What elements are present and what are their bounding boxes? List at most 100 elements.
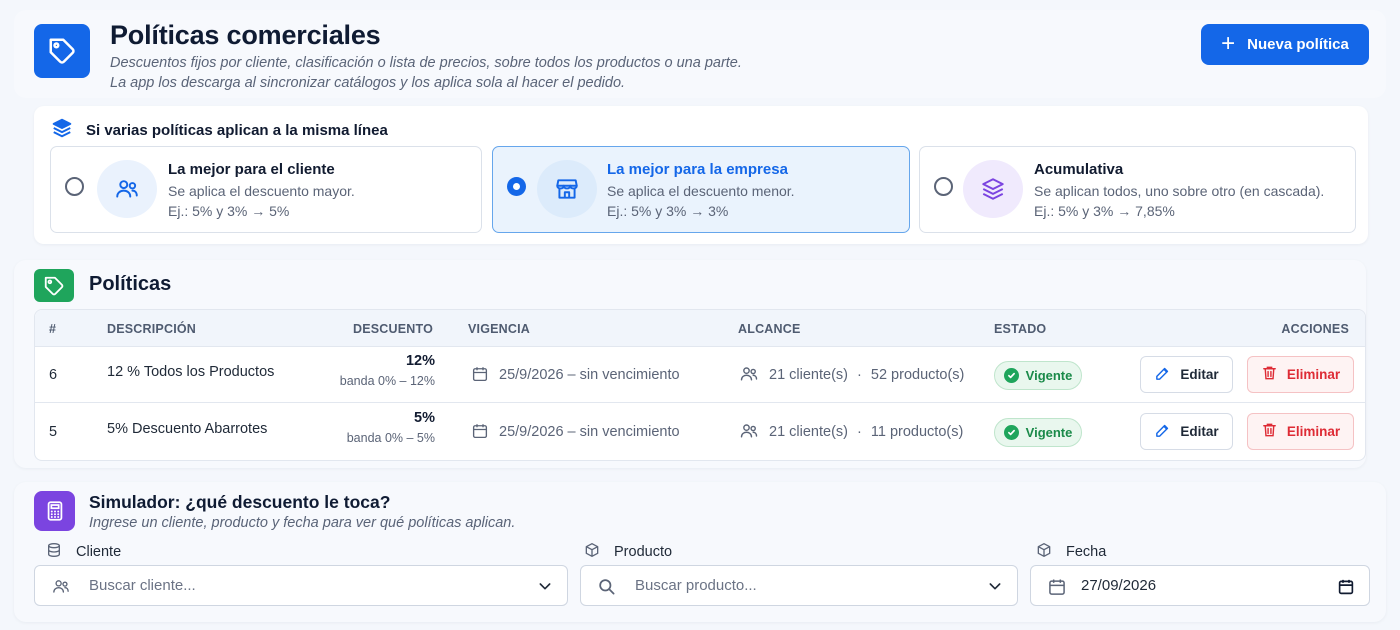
- delete-button[interactable]: Eliminar: [1247, 413, 1354, 450]
- discount-value: 12%: [405, 353, 435, 369]
- policies-table: # DESCRIPCIÓN DESCUENTO VIGENCIA ALCANCE…: [34, 309, 1366, 461]
- conflict-title: Si varias políticas aplican a la misma l…: [86, 121, 388, 139]
- calendar-icon: [471, 422, 489, 445]
- date-label: Fecha: [1066, 544, 1107, 560]
- col-validity: VIGENCIA: [468, 322, 531, 336]
- radio-cumulative[interactable]: [934, 177, 953, 196]
- delete-button[interactable]: Eliminar: [1247, 356, 1354, 393]
- trash-icon: [1261, 421, 1278, 442]
- product-label: Producto: [614, 544, 673, 560]
- date-label-row: Fecha: [1036, 542, 1106, 562]
- radio-best-for-company[interactable]: [507, 177, 526, 196]
- row-validity: 25/9/2026 – sin vencimiento: [499, 367, 680, 383]
- delete-label: Eliminar: [1286, 367, 1341, 382]
- edit-label: Editar: [1180, 424, 1219, 439]
- option-example: Ej.: 5% y 3% → 7,85%: [1034, 203, 1175, 219]
- users-icon: [738, 421, 760, 446]
- col-actions: ACCIONES: [1281, 322, 1349, 336]
- subtitle-line-2: La app los descarga al sincronizar catál…: [110, 75, 626, 91]
- product-placeholder: Buscar producto...: [635, 577, 757, 594]
- option-example: Ej.: 5% y 3% → 3%: [607, 203, 729, 219]
- policies-section: Políticas # DESCRIPCIÓN DESCUENTO VIGENC…: [14, 260, 1366, 468]
- client-select[interactable]: Buscar cliente...: [34, 565, 568, 606]
- date-input[interactable]: 27/09/2026: [1030, 565, 1370, 606]
- calendar-picker-icon[interactable]: [1337, 578, 1355, 601]
- scope-clients: 21 cliente(s): [769, 424, 848, 440]
- plus-icon: +: [1221, 29, 1236, 57]
- scope-clients: 21 cliente(s): [769, 367, 848, 383]
- row-scope: 21 cliente(s) · 11 producto(s): [769, 424, 963, 440]
- page-subtitle: Descuentos fijos por cliente, clasificac…: [110, 53, 742, 93]
- row-description: 5% Descuento Abarrotes: [107, 421, 268, 437]
- product-label-row: Producto: [584, 542, 672, 562]
- scope-products: 52 producto(s): [870, 367, 965, 383]
- option-cumulative[interactable]: Acumulativa Se aplican todos, uno sobre …: [919, 146, 1356, 233]
- option-title: Acumulativa: [1034, 161, 1124, 178]
- row-num: 6: [49, 367, 58, 383]
- product-select[interactable]: Buscar producto...: [580, 565, 1018, 606]
- row-num: 5: [49, 424, 58, 440]
- delete-label: Eliminar: [1286, 424, 1341, 439]
- page-header: Políticas comerciales Descuentos fijos p…: [14, 10, 1386, 98]
- box-icon: [1036, 542, 1052, 562]
- chevron-down-icon[interactable]: [987, 578, 1003, 599]
- pencil-icon: [1154, 365, 1171, 385]
- calendar-icon: [471, 365, 489, 388]
- col-scope: ALCANCE: [738, 322, 801, 336]
- row-scope: 21 cliente(s) · 52 producto(s): [769, 367, 964, 383]
- client-label: Cliente: [76, 544, 122, 560]
- scope-separator: ·: [857, 424, 862, 440]
- conflict-title-row: Si varias políticas aplican a la misma l…: [50, 117, 388, 143]
- discount-band: banda 0% – 12%: [339, 374, 435, 388]
- status-label: Vigente: [1025, 368, 1073, 383]
- new-policy-label: Nueva política: [1247, 36, 1349, 53]
- box-icon: [584, 542, 600, 562]
- edit-button[interactable]: Editar: [1140, 356, 1233, 393]
- tag-icon: [34, 269, 74, 302]
- table-row: 6 12 % Todos los Productos 12% banda 0% …: [35, 347, 1365, 403]
- simulator-title: Simulador: ¿qué descuento le toca?: [89, 492, 391, 512]
- new-policy-button[interactable]: + Nueva política: [1201, 24, 1369, 65]
- option-desc: Se aplica el descuento mayor.: [168, 183, 355, 199]
- users-icon: [97, 160, 157, 218]
- status-badge: Vigente: [994, 418, 1082, 447]
- option-desc: Se aplican todos, uno sobre otro (en cas…: [1034, 183, 1325, 199]
- radio-best-for-client[interactable]: [65, 177, 84, 196]
- conflict-resolution-card: Si varias políticas aplican a la misma l…: [34, 106, 1368, 244]
- subtitle-line-1: Descuentos fijos por cliente, clasificac…: [110, 55, 742, 71]
- col-description: DESCRIPCIÓN: [107, 322, 197, 336]
- col-num: #: [49, 322, 57, 336]
- discount-value: 5%: [414, 410, 435, 426]
- chevron-down-icon[interactable]: [537, 578, 553, 599]
- option-example: Ej.: 5% y 3% → 5%: [168, 203, 290, 219]
- client-label-row: Cliente: [46, 542, 121, 562]
- status-badge: Vigente: [994, 361, 1082, 390]
- page-title: Políticas comerciales: [110, 20, 381, 50]
- tag-icon: [34, 24, 90, 78]
- status-label: Vigente: [1025, 425, 1073, 440]
- scope-products: 11 producto(s): [870, 424, 964, 440]
- table-row: 5 5% Descuento Abarrotes 5% banda 0% – 5…: [35, 404, 1365, 460]
- check-circle-icon: [1003, 368, 1019, 383]
- discount-band: banda 0% – 5%: [346, 431, 435, 445]
- check-circle-icon: [1003, 425, 1019, 440]
- users-icon: [51, 577, 71, 601]
- row-discount: 12% banda 0% – 12%: [315, 347, 435, 403]
- option-desc: Se aplica el descuento menor.: [607, 183, 795, 199]
- layers-icon: [963, 160, 1023, 218]
- option-best-for-client[interactable]: La mejor para el cliente Se aplica el de…: [50, 146, 482, 233]
- option-title: La mejor para el cliente: [168, 161, 335, 178]
- store-icon: [537, 160, 597, 218]
- users-icon: [738, 364, 760, 389]
- client-placeholder: Buscar cliente...: [89, 577, 196, 594]
- calculator-icon: [34, 491, 75, 531]
- database-icon: [46, 542, 62, 562]
- calendar-icon: [1047, 577, 1067, 602]
- edit-label: Editar: [1180, 367, 1219, 382]
- simulator-section: Simulador: ¿qué descuento le toca? Ingre…: [14, 482, 1386, 622]
- option-title: La mejor para la empresa: [607, 161, 788, 178]
- trash-icon: [1261, 364, 1278, 385]
- option-best-for-company[interactable]: La mejor para la empresa Se aplica el de…: [492, 146, 910, 233]
- search-icon: [597, 577, 616, 601]
- edit-button[interactable]: Editar: [1140, 413, 1233, 450]
